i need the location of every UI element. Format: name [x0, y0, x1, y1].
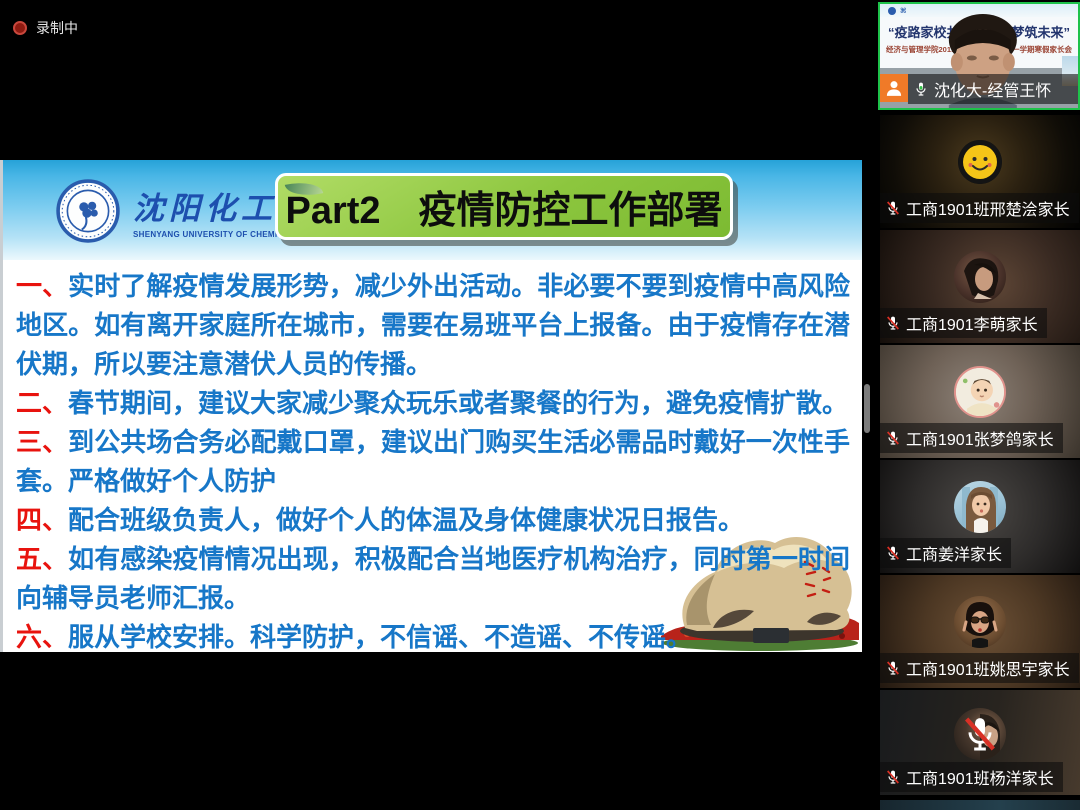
mic-muted-icon: [885, 768, 901, 786]
baby-avatar: [956, 368, 1004, 416]
participant-name-bar: 工商1901班杨洋家长: [880, 762, 1063, 792]
participant-name: 工商1901李萌家长: [906, 311, 1038, 335]
slide-bullet-1: 一、实时了解疫情发展形势，减少外出活动。非必要不要到疫情中高风险地区。如有离开家…: [16, 267, 850, 384]
bullet-number: 五、: [16, 544, 68, 574]
bullet-text: 到公共场合务必配戴口罩，建议出门购买生活必需品时戴好一次性手套。严格做好个人防护: [16, 427, 850, 496]
bullet-number: 一、: [16, 271, 68, 301]
participant-tile[interactable]: 工商姜洋家长: [880, 460, 1080, 573]
slide-bullet-4: 四、配合班级负责人，做好个人的体温及身体健康状况日报告。: [16, 501, 850, 540]
bullet-number: 三、: [16, 427, 68, 457]
participant-tile[interactable]: 工商1901班姚思宇家长: [880, 575, 1080, 688]
portrait-avatar: [954, 481, 1006, 533]
bullet-text: 配合班级负责人，做好个人的体温及身体健康状况日报告。: [68, 505, 744, 535]
bullet-number: 六、: [16, 622, 68, 652]
slide-bullet-5: 五、如有感染疫情情况出现，积极配合当地医疗机构治疗，同时第一时间向辅导员老师汇报…: [16, 540, 850, 618]
participant-tile[interactable]: 工商1901班邢楚浍家长: [880, 115, 1080, 228]
participant-tile[interactable]: 工商1901李萌家长: [880, 230, 1080, 343]
slide-bullet-6: 六、服从学校安排。科学防护，不信谣、不造谣、不传谣。: [16, 618, 850, 652]
slide-header: 沈阳化工大学 SHENYANG UNIVERSITY OF CHEMICAL T…: [3, 160, 862, 260]
participant-tile-partial[interactable]: [880, 800, 1080, 810]
slide-title: Part2 疫情防控工作部署: [285, 179, 722, 234]
university-emblem-icon: [55, 178, 121, 244]
bullet-number: 二、: [16, 388, 68, 418]
mic-muted-overlay-icon: [960, 711, 1000, 757]
mic-muted-icon: [885, 659, 901, 677]
mic-on-icon: [913, 80, 929, 98]
slide-bullet-2: 二、春节期间，建议大家减少聚众玩乐或者聚餐的行为，避免疫情扩散。: [16, 384, 850, 423]
mic-muted-icon: [885, 544, 901, 562]
bullet-text: 春节期间，建议大家减少聚众玩乐或者聚餐的行为，避免疫情扩散。: [68, 388, 848, 418]
participant-name: 工商1901张梦鸽家长: [906, 426, 1054, 450]
bullet-text: 实时了解疫情发展形势，减少外出活动。非必要不要到疫情中高风险地区。如有离开家庭所…: [16, 271, 850, 379]
avatar: [958, 140, 1002, 184]
meeting-window: 录制中 沈阳化工大学 SHENYANG UNIVERSITY OF CHEMIC…: [0, 0, 1080, 810]
bullet-text: 服从学校安排。科学防护，不信谣、不造谣、不传谣。: [68, 622, 692, 652]
participant-name-bar: 工商1901班姚思宇家长: [880, 653, 1079, 683]
active-speaker-badge: [880, 74, 908, 102]
speaker-name-bar: 沈化大-经管王怀: [908, 74, 1078, 104]
participant-name: 工商1901班姚思宇家长: [906, 656, 1070, 680]
participant-name: 工商姜洋家长: [906, 541, 1002, 565]
shared-slide: 沈阳化工大学 SHENYANG UNIVERSITY OF CHEMICAL T…: [0, 160, 862, 652]
participant-tile-speaker[interactable]: ⌘ “疫路家校共 国梦筑未来” 经济与管理学院2019 学年第一学期寒假家长会: [878, 2, 1080, 110]
person-icon: [884, 78, 904, 98]
participant-name-bar: 工商姜洋家长: [880, 538, 1011, 568]
mic-muted-icon: [885, 429, 901, 447]
avatar: [954, 596, 1006, 648]
participant-name: 工商1901班邢楚浍家长: [906, 196, 1070, 220]
banner-logo-icon: [888, 7, 896, 15]
participant-name-bar: 工商1901李萌家长: [880, 308, 1047, 338]
participant-name: 沈化大-经管王怀: [934, 77, 1051, 101]
participant-name: 工商1901班杨洋家长: [906, 765, 1054, 789]
recording-dot-icon: [13, 21, 27, 35]
slide-title-banner: Part2 疫情防控工作部署: [275, 173, 733, 240]
smiley-avatar-icon: [958, 140, 1002, 184]
slide-body: 一、实时了解疫情发展形势，减少外出活动。非必要不要到疫情中高风险地区。如有离开家…: [3, 260, 862, 652]
avatar: [954, 251, 1006, 303]
recording-label: 录制中: [36, 18, 78, 38]
slide-bullet-3: 三、到公共场合务必配戴口罩，建议出门购买生活必需品时戴好一次性手套。严格做好个人…: [16, 423, 850, 501]
recording-indicator[interactable]: 录制中: [13, 18, 78, 38]
participant-name-bar: 工商1901班邢楚浍家长: [880, 193, 1079, 223]
portrait-avatar: [954, 251, 1006, 303]
avatar: [954, 481, 1006, 533]
participant-tile[interactable]: 工商1901张梦鸽家长: [880, 345, 1080, 458]
scrollbar-thumb[interactable]: [864, 384, 870, 433]
avatar: [954, 366, 1006, 418]
mic-muted-icon: [885, 314, 901, 332]
participant-tile[interactable]: 工商1901班杨洋家长: [880, 690, 1080, 795]
banner-university-mark: ⌘: [900, 7, 908, 15]
bullet-text: 如有感染疫情情况出现，积极配合当地医疗机构治疗，同时第一时间向辅导员老师汇报。: [16, 544, 850, 613]
mic-muted-icon: [885, 199, 901, 217]
sunglasses-avatar: [954, 596, 1006, 648]
participant-name-bar: 工商1901张梦鸽家长: [880, 423, 1063, 453]
bullet-number: 四、: [16, 505, 68, 535]
